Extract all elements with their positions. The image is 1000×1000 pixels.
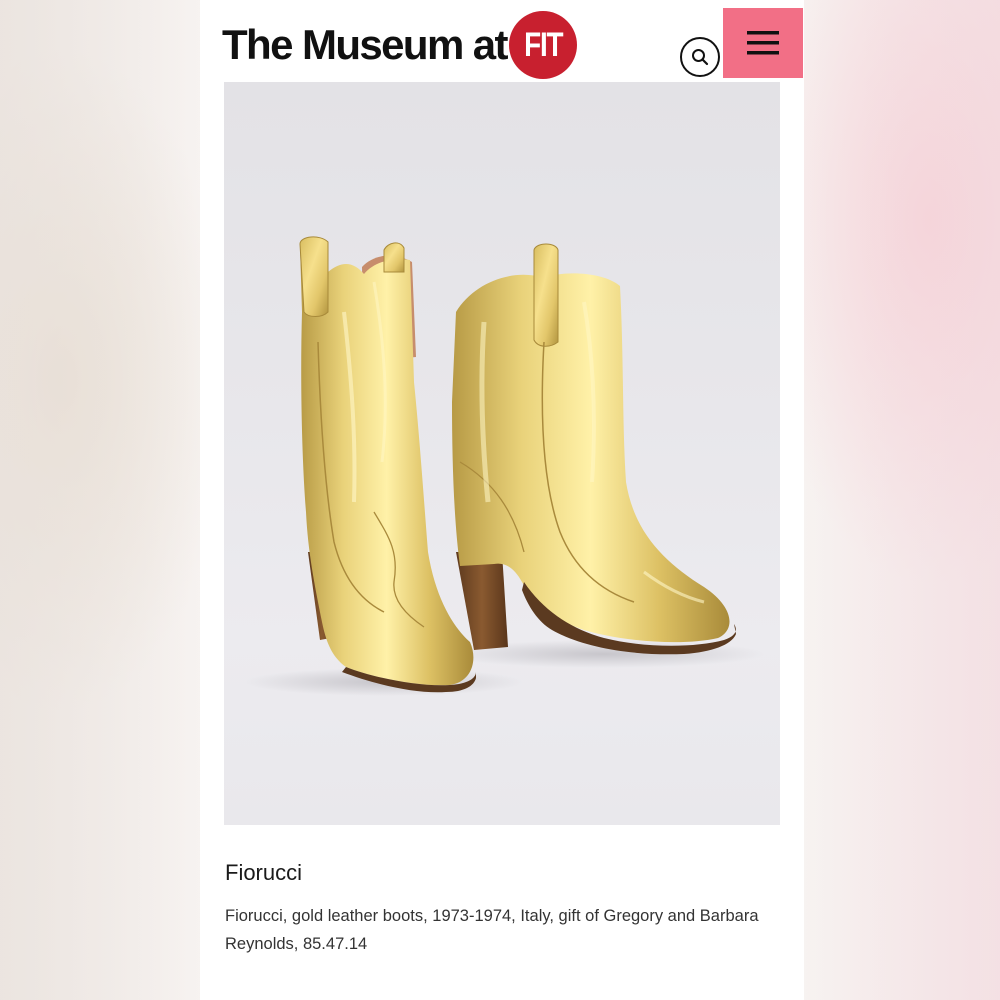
object-title: Fiorucci [225,860,303,885]
fit-logo-text: FIT [523,25,563,64]
object-image[interactable] [224,82,780,825]
fit-logo-badge: FIT [508,11,577,79]
background-blur-right [804,0,1000,1000]
search-button[interactable] [680,37,720,77]
object-caption: Fiorucci, gold leather boots, 1973-1974,… [225,907,759,953]
gold-boots-illustration [244,236,764,696]
hamburger-menu-icon [747,31,779,55]
search-icon [692,49,709,66]
background-blur-left [0,0,200,1000]
logo-text: The Museum at [222,21,509,68]
mobile-page: The Museum at FIT Fiorucci Fiorucci, gol… [200,0,804,1000]
site-header: The Museum at FIT [200,0,804,82]
menu-button[interactable] [723,8,803,78]
museum-logo[interactable]: The Museum at FIT [222,10,577,80]
